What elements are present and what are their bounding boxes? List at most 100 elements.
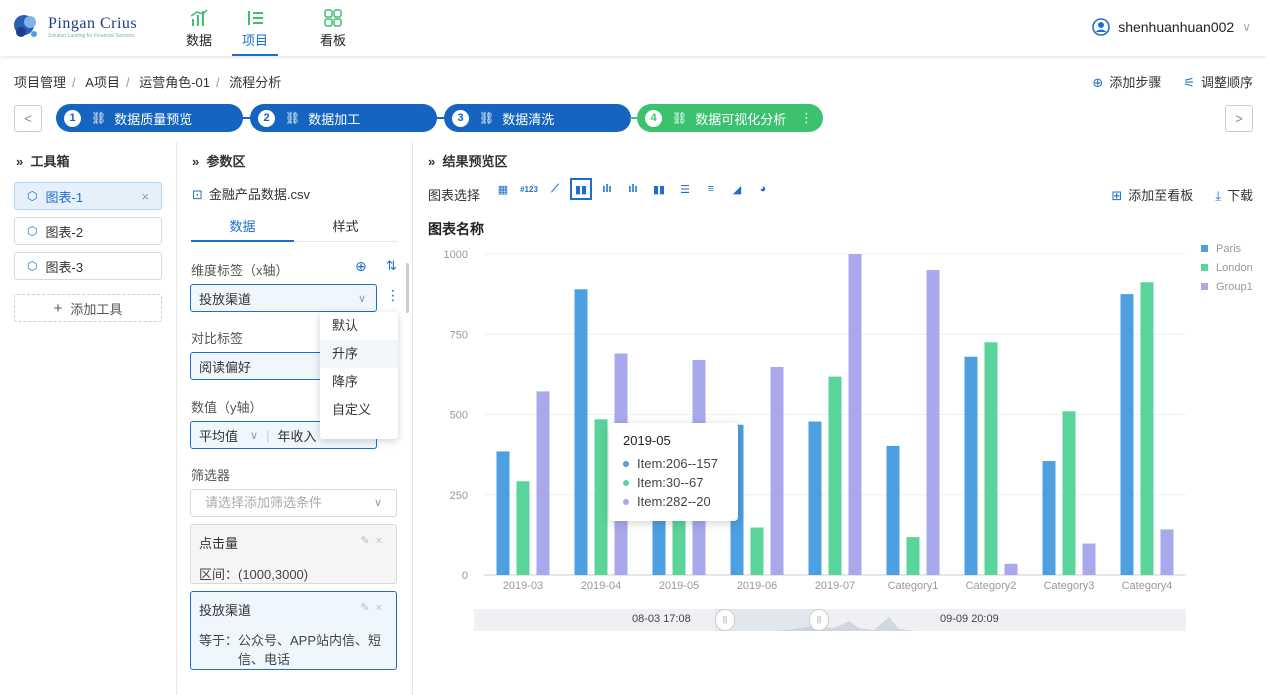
x-tick-label: 2019-04: [581, 580, 621, 592]
reorder-button[interactable]: ⚟ 调整顺序: [1183, 72, 1253, 91]
tooltip-title: 2019-05: [623, 433, 671, 448]
link-icon: ⛓: [285, 111, 301, 125]
close-icon[interactable]: ×: [141, 189, 149, 204]
sort-option[interactable]: 升序: [320, 340, 398, 368]
bar-paris: [808, 421, 822, 575]
nav-tab-label: 数据: [185, 33, 212, 48]
tool-chart-3[interactable]: ⬡ 图表-3: [14, 252, 162, 280]
scrollbar[interactable]: [406, 263, 409, 313]
legend-dot: [623, 460, 629, 467]
tool-chart-1[interactable]: ⬡ 图表-1 ×: [14, 182, 162, 210]
bar-london: [594, 419, 608, 575]
line-chart-icon[interactable]: ⟋: [546, 180, 564, 198]
close-icon[interactable]: ×: [376, 602, 388, 614]
grouped-bar-icon[interactable]: ılı: [598, 180, 616, 198]
step-label: 数据清洗: [502, 111, 555, 127]
step-4[interactable]: 4 ⛓ 数据可视化分析 ⋮: [637, 104, 823, 132]
chevron-down-icon: ∨: [373, 497, 382, 509]
tool-chart-2[interactable]: ⬡ 图表-2: [14, 217, 162, 245]
step-next-button[interactable]: >: [1225, 105, 1253, 132]
double-chevron-icon[interactable]: »: [192, 154, 199, 169]
breadcrumb-item[interactable]: 运营角色-01: [139, 75, 210, 90]
reorder-label: 调整顺序: [1200, 75, 1253, 90]
breadcrumb-item[interactable]: 项目管理: [14, 75, 66, 90]
filter-select[interactable]: 请选择添加筛选条件 ∨: [190, 489, 397, 517]
bar-group1: [1004, 563, 1018, 575]
bar-chart-icon[interactable]: ▮▮: [570, 178, 592, 200]
preview-title-text: 结果预览区: [442, 154, 508, 169]
bar-group1: [1082, 543, 1096, 575]
sort-option[interactable]: 自定义: [320, 396, 398, 424]
compare-select-value: 阅读偏好: [199, 359, 252, 375]
tab-data[interactable]: 数据: [191, 216, 294, 235]
pie-chart-icon[interactable]: ◕: [754, 180, 772, 198]
legend-swatch: [1201, 245, 1208, 252]
step-1[interactable]: 1 ⛓ 数据质量预览: [56, 104, 243, 132]
add-tool-button[interactable]: + 添加工具: [14, 294, 162, 322]
edit-icon[interactable]: ✎: [360, 535, 375, 547]
plus-circle-icon[interactable]: ⊕: [355, 258, 367, 275]
horizontal-stacked-icon[interactable]: ≡: [702, 180, 720, 198]
bar-paris: [1042, 461, 1056, 575]
number-icon[interactable]: #123: [520, 180, 538, 198]
range-handle-right[interactable]: ||: [809, 609, 829, 631]
value-field[interactable]: 年收入: [277, 426, 316, 445]
filter-card[interactable]: 投放渠道 ✎× 等于： 公众号、APP站内信、短信、电话: [190, 591, 397, 670]
horizontal-bar-icon[interactable]: ☰: [676, 180, 694, 198]
cube-icon: ⬡: [27, 189, 38, 203]
breadcrumb-item[interactable]: A项目: [85, 75, 120, 90]
download-label: 下载: [1226, 188, 1253, 203]
x-tick-label: 2019-06: [737, 580, 777, 592]
sort-option[interactable]: 降序: [320, 368, 398, 396]
bar-paris: [964, 356, 978, 575]
add-step-label: 添加步骤: [1109, 75, 1162, 90]
filter-card[interactable]: 点击量 ✎× 区间：(1000,3000): [190, 524, 397, 584]
area-chart-icon[interactable]: ◢: [728, 180, 746, 198]
more-vertical-icon[interactable]: ⋮: [386, 287, 400, 304]
close-icon[interactable]: ×: [376, 535, 388, 547]
tab-indicator: [191, 240, 294, 242]
sort-icon[interactable]: ⇅: [386, 258, 397, 274]
double-chevron-icon[interactable]: »: [428, 154, 435, 169]
divider: [176, 142, 177, 695]
legend-label: Group1: [1216, 281, 1253, 293]
stacked-bar-icon[interactable]: ılı: [624, 180, 642, 198]
nav-tab-project[interactable]: 项目: [232, 6, 278, 56]
double-chevron-icon[interactable]: »: [16, 154, 23, 169]
download-button[interactable]: ⤓ 下载: [1215, 185, 1253, 204]
user-menu[interactable]: shenhuanhuan002 ∨: [1092, 18, 1251, 36]
step-label: 数据加工: [308, 111, 361, 127]
list-icon: [248, 11, 263, 25]
range-slider[interactable]: || || 08-03 17:08 09-09 20:09: [474, 609, 1186, 631]
add-step-button[interactable]: ⊕ 添加步骤: [1092, 72, 1161, 91]
download-icon: ⤓: [1215, 188, 1221, 203]
add-board-label: 添加至看板: [1128, 188, 1194, 203]
add-to-board-button[interactable]: ⊞ 添加至看板: [1111, 185, 1193, 204]
link-icon: ⛓: [91, 111, 107, 125]
more-vertical-icon[interactable]: ⋮: [800, 110, 813, 126]
signal-chart-icon: [190, 9, 208, 26]
chevron-down-icon: ∨: [250, 429, 259, 442]
range-handle-left[interactable]: ||: [715, 609, 735, 631]
sort-option[interactable]: 默认: [320, 312, 398, 340]
dim-select[interactable]: 投放渠道 ∨: [190, 284, 377, 312]
tab-style[interactable]: 样式: [294, 216, 397, 235]
table-icon[interactable]: ▦: [494, 180, 512, 198]
sort-dropdown: 默认 升序 降序 自定义: [320, 312, 398, 439]
step-prev-button[interactable]: <: [14, 105, 42, 132]
value-agg[interactable]: 平均值: [199, 426, 238, 445]
chart-select-label: 图表选择: [428, 188, 481, 203]
breadcrumb-item-current: 流程分析: [229, 75, 282, 90]
step-2[interactable]: 2 ⛓ 数据加工: [250, 104, 437, 132]
cube-icon: ⬡: [27, 224, 38, 238]
y-tick-label: 1000: [444, 249, 468, 261]
edit-icon[interactable]: ✎: [360, 602, 375, 614]
nav-tab-data[interactable]: 数据: [176, 6, 222, 50]
full-bar-icon[interactable]: ▮▮: [650, 180, 668, 198]
nav-tab-board[interactable]: 看板: [310, 6, 356, 50]
legend-swatch: [1201, 264, 1208, 271]
tooltip-row: Item:206--157: [637, 456, 718, 471]
logo[interactable]: Pingan Crius Solution Landing for Financ…: [12, 12, 137, 42]
chevron-down-icon: ∨: [1242, 20, 1251, 34]
step-3[interactable]: 3 ⛓ 数据清洗: [444, 104, 631, 132]
